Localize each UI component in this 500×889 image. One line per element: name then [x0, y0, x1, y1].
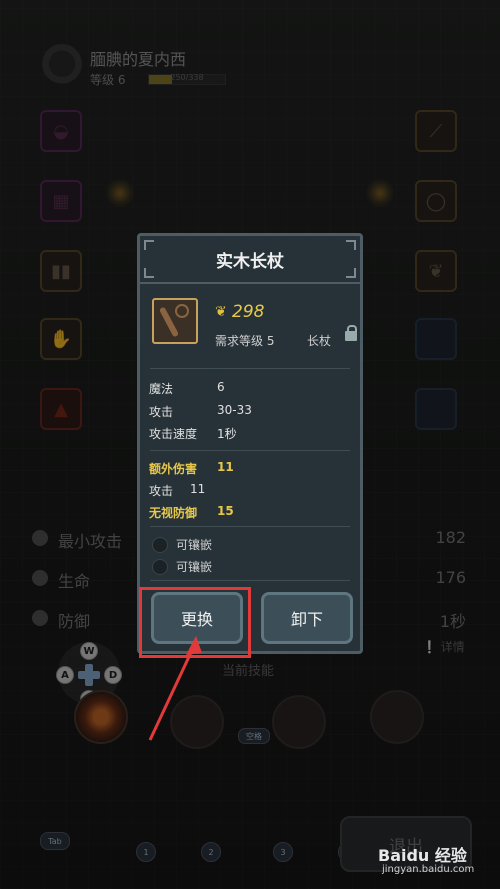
base-stat-value: 30-33: [217, 403, 252, 417]
bonus-stat-label: 攻击: [149, 484, 174, 498]
base-stat-value: 6: [217, 380, 225, 394]
item-price: 298: [232, 302, 265, 322]
socket-label: 可镶嵌: [176, 560, 213, 574]
bonus-stat-value: 11: [217, 460, 234, 474]
item-type: 长杖: [307, 334, 332, 348]
divider: [150, 580, 350, 581]
watermark-brand: Baidu 经验: [378, 846, 467, 865]
base-stat-value: 1秒: [217, 427, 237, 441]
item-requirement: 需求等级 5: [215, 334, 275, 348]
bonus-stat-value: 11: [190, 482, 206, 496]
staff-icon: [175, 304, 189, 318]
bonus-stat-label: 无视防御: [149, 506, 198, 520]
socket-icon: [152, 537, 168, 553]
base-stat-label: 攻击: [149, 405, 174, 419]
unequip-button[interactable]: 卸下: [261, 592, 353, 644]
lock-icon[interactable]: [345, 325, 357, 341]
socket-label: 可镶嵌: [176, 538, 213, 552]
highlight-box: [139, 587, 251, 658]
divider: [150, 526, 350, 527]
bonus-stat-value: 15: [217, 504, 234, 518]
socket-icon: [152, 559, 168, 575]
item-title: 实木长杖: [216, 252, 284, 272]
item-icon: [152, 298, 198, 344]
watermark-url: jingyan.baidu.com: [382, 864, 475, 875]
bonus-stat-label: 额外伤害: [149, 462, 198, 476]
base-stat-label: 魔法: [149, 382, 174, 396]
divider: [150, 450, 350, 451]
base-stat-label: 攻击速度: [149, 427, 198, 441]
modal-header: 实木长杖: [140, 236, 360, 284]
divider: [150, 368, 350, 369]
gold-icon: ❦: [215, 304, 227, 320]
